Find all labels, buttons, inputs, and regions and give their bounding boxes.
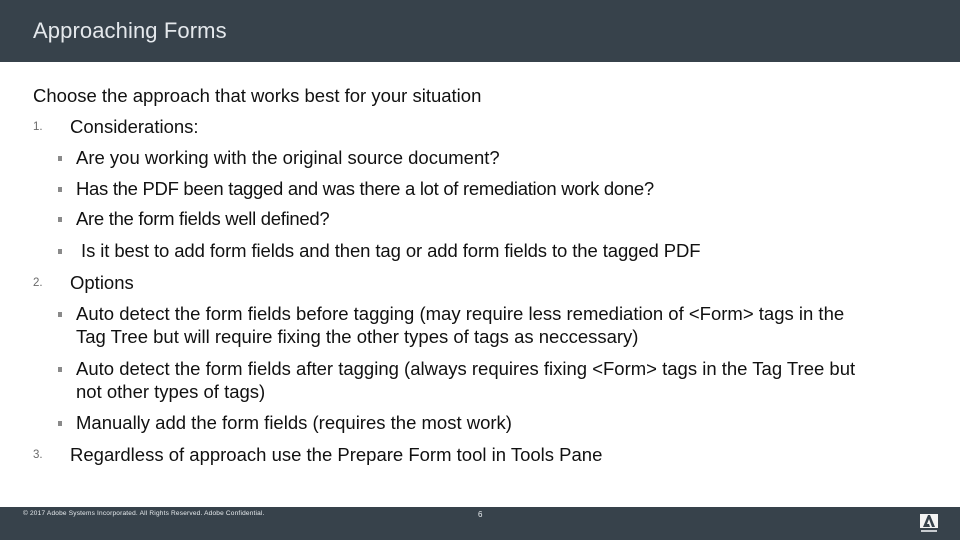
bullet-icon [58, 217, 62, 222]
copyright-text: © 2017 Adobe Systems Incorporated. All R… [23, 510, 265, 517]
list-item: Manually add the form fields (requires t… [76, 412, 512, 433]
list-item: Has the PDF been tagged and was there a … [76, 178, 654, 199]
bullet-icon [58, 367, 62, 372]
intro-text: Choose the approach that works best for … [33, 85, 482, 106]
list-item: Are you working with the original source… [76, 147, 500, 168]
adobe-logo-icon [920, 514, 938, 534]
bullet-icon [58, 187, 62, 192]
list-number: 1. [33, 121, 43, 133]
bullet-icon [58, 421, 62, 426]
bullet-icon [58, 156, 62, 161]
list-item: Auto detect the form fields before taggi… [76, 303, 845, 324]
section-label: Options [70, 272, 134, 293]
list-item-continuation: Tag Tree but will require fixing the oth… [76, 326, 639, 347]
slide-title: Approaching Forms [33, 18, 227, 43]
section-label: Considerations: [70, 116, 199, 137]
bullet-icon [58, 312, 62, 317]
list-item: Is it best to add form fields and then t… [76, 240, 701, 261]
slide-header: Approaching Forms [0, 0, 960, 62]
list-number: 3. [33, 449, 43, 461]
page-number: 6 [478, 510, 483, 519]
section-label: Regardless of approach use the Prepare F… [70, 444, 603, 465]
list-item-continuation: not other types of tags) [76, 381, 266, 402]
list-number: 2. [33, 277, 43, 289]
bullet-icon [58, 249, 62, 254]
list-item: Auto detect the form fields after taggin… [76, 358, 856, 379]
list-item: Are the form fields well defined? [76, 208, 330, 229]
